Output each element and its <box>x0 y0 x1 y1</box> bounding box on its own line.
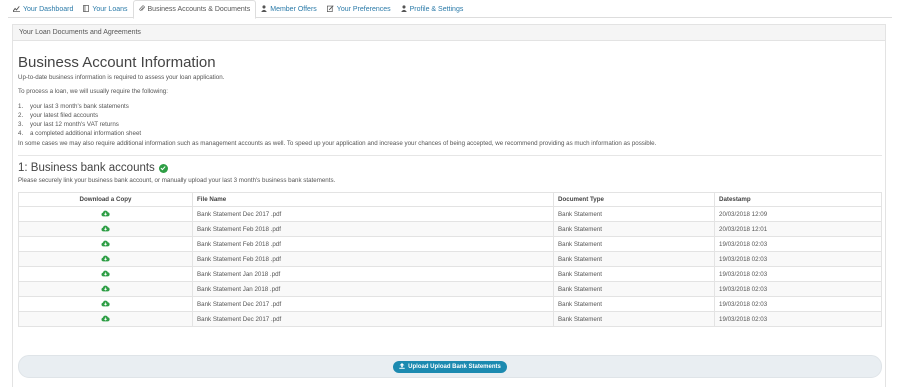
tab-label: Your Loans <box>92 5 128 13</box>
page-title: Business Account Information <box>18 54 216 71</box>
datestamp-cell: 19/03/2018 02:03 <box>714 266 882 282</box>
documents-panel: Your Loan Documents and Agreements Busin… <box>12 24 886 387</box>
book-icon <box>83 4 90 14</box>
chart-icon <box>12 5 20 14</box>
document-type-cell: Bank Statement <box>553 311 715 327</box>
table-row: Bank Statement Feb 2018 .pdf Bank Stateme… <box>18 251 882 267</box>
document-type-cell: Bank Statement <box>553 266 715 282</box>
file-name-cell[interactable]: Bank Statement Jan 2018 .pdf <box>192 266 554 282</box>
section-subtitle: Please securely link your business bank … <box>18 177 336 184</box>
cloud-download-icon[interactable] <box>101 225 110 232</box>
datestamp-cell: 20/03/2018 12:09 <box>714 206 882 222</box>
document-type-cell: Bank Statement <box>553 206 715 222</box>
requirements-list: 1. your last 3 month's bank statements 2.… <box>18 102 882 138</box>
download-cell <box>18 251 193 267</box>
download-cell <box>18 236 193 252</box>
column-header: File Name <box>192 192 554 207</box>
document-type-cell: Bank Statement <box>553 251 715 267</box>
upload-bank-statements-button[interactable]: Upload Upload Bank Statements <box>393 360 507 373</box>
datestamp-cell: 20/03/2018 12:01 <box>714 221 882 237</box>
table-row: Bank Statement Dec 2017 .pdf Bank Stateme… <box>18 206 882 222</box>
upload-button-label: Upload Upload Bank Statements <box>408 363 501 370</box>
datestamp-cell: 19/03/2018 02:03 <box>714 311 882 327</box>
panel-content: Business Account Information Up-to-date … <box>18 47 882 327</box>
table-row: Bank Statement Dec 2017 .pdf Bank Stateme… <box>18 311 882 327</box>
upload-bar: Upload Upload Bank Statements <box>18 355 882 378</box>
user-icon <box>261 4 268 14</box>
file-name-cell[interactable]: Bank Statement Feb 2018 .pdf <box>192 251 554 267</box>
file-name-cell[interactable]: Bank Statement Dec 2017 .pdf <box>192 311 554 327</box>
file-name-cell[interactable]: Bank Statement Dec 2017 .pdf <box>192 206 554 222</box>
tab-dashboard[interactable]: Your Dashboard <box>8 0 78 18</box>
download-cell <box>18 206 193 222</box>
table-row: Bank Statement Feb 2018 .pdf Bank Stateme… <box>18 221 882 237</box>
check-circle-icon <box>158 163 168 173</box>
cloud-download-icon[interactable] <box>101 315 110 322</box>
cloud-download-icon[interactable] <box>101 300 110 307</box>
document-type-cell: Bank Statement <box>553 296 715 312</box>
download-cell <box>18 296 193 312</box>
note-text: In some cases we may also require additi… <box>18 140 657 147</box>
download-cell <box>18 311 193 327</box>
file-name-cell[interactable]: Bank Statement Jan 2018 .pdf <box>192 281 554 297</box>
intro-text: Up-to-date business information is requi… <box>18 74 225 81</box>
section-title: 1: Business bank accounts <box>18 162 882 174</box>
upload-icon <box>399 362 405 371</box>
cloud-download-icon[interactable] <box>101 255 110 262</box>
document-type-cell: Bank Statement <box>553 281 715 297</box>
list-item: 1. your last 3 month's bank statements <box>18 103 129 110</box>
column-header: Datestamp <box>714 192 882 207</box>
table-row: Bank Statement Jan 2018 .pdf Bank Stateme… <box>18 266 882 282</box>
table-row: Bank Statement Feb 2018 .pdf Bank Stateme… <box>18 236 882 252</box>
tab-loans[interactable]: Your Loans <box>78 0 132 18</box>
table-row: Bank Statement Dec 2017 .pdf Bank Stateme… <box>18 296 882 312</box>
download-cell <box>18 266 193 282</box>
document-type-cell: Bank Statement <box>553 221 715 237</box>
column-header: Download a Copy <box>18 192 193 207</box>
cloud-download-icon[interactable] <box>101 270 110 277</box>
cloud-download-icon[interactable] <box>101 240 110 247</box>
table-header-row: Download a Copy File Name Document Type … <box>18 192 882 207</box>
list-item: 2. your latest filed accounts <box>18 112 99 119</box>
paperclip-icon <box>138 5 145 14</box>
divider <box>18 155 882 156</box>
download-cell <box>18 221 193 237</box>
tab-business-accounts[interactable]: Business Accounts & Documents <box>132 0 257 19</box>
datestamp-cell: 19/03/2018 02:03 <box>714 296 882 312</box>
tab-bar: Your Dashboard Your Loans Business Accou… <box>8 0 892 19</box>
tab-label: Member Offers <box>270 5 317 13</box>
tab-preferences[interactable]: Your Preferences <box>322 0 396 18</box>
file-name-cell[interactable]: Bank Statement Dec 2017 .pdf <box>192 296 554 312</box>
file-name-cell[interactable]: Bank Statement Feb 2018 .pdf <box>192 221 554 237</box>
tab-label: Your Preferences <box>336 5 391 13</box>
cloud-download-icon[interactable] <box>101 210 110 217</box>
column-header: Document Type <box>553 192 715 207</box>
download-cell <box>18 281 193 297</box>
datestamp-cell: 19/03/2018 02:03 <box>714 281 882 297</box>
tab-label: Business Accounts & Documents <box>147 6 251 13</box>
panel-heading: Your Loan Documents and Agreements <box>13 25 885 41</box>
list-item: 4. a completed additional information she… <box>18 130 142 137</box>
user-icon <box>400 4 407 14</box>
tab-label: Profile & Settings <box>409 5 464 13</box>
list-item: 3. your last 12 month's VAT returns <box>18 121 119 128</box>
process-text: To process a loan, we will usually requi… <box>18 88 168 95</box>
cloud-download-icon[interactable] <box>101 285 110 292</box>
edit-icon <box>326 4 334 14</box>
file-name-cell[interactable]: Bank Statement Feb 2018 .pdf <box>192 236 554 252</box>
tab-label: Your Dashboard <box>23 5 74 13</box>
datestamp-cell: 19/03/2018 02:03 <box>714 251 882 267</box>
tab-profile-settings[interactable]: Profile & Settings <box>396 0 469 18</box>
table-row: Bank Statement Jan 2018 .pdf Bank Stateme… <box>18 281 882 297</box>
document-type-cell: Bank Statement <box>553 236 715 252</box>
tab-member-offers[interactable]: Member Offers <box>256 0 322 18</box>
datestamp-cell: 19/03/2018 02:03 <box>714 236 882 252</box>
documents-table: Download a Copy File Name Document Type … <box>18 192 882 327</box>
